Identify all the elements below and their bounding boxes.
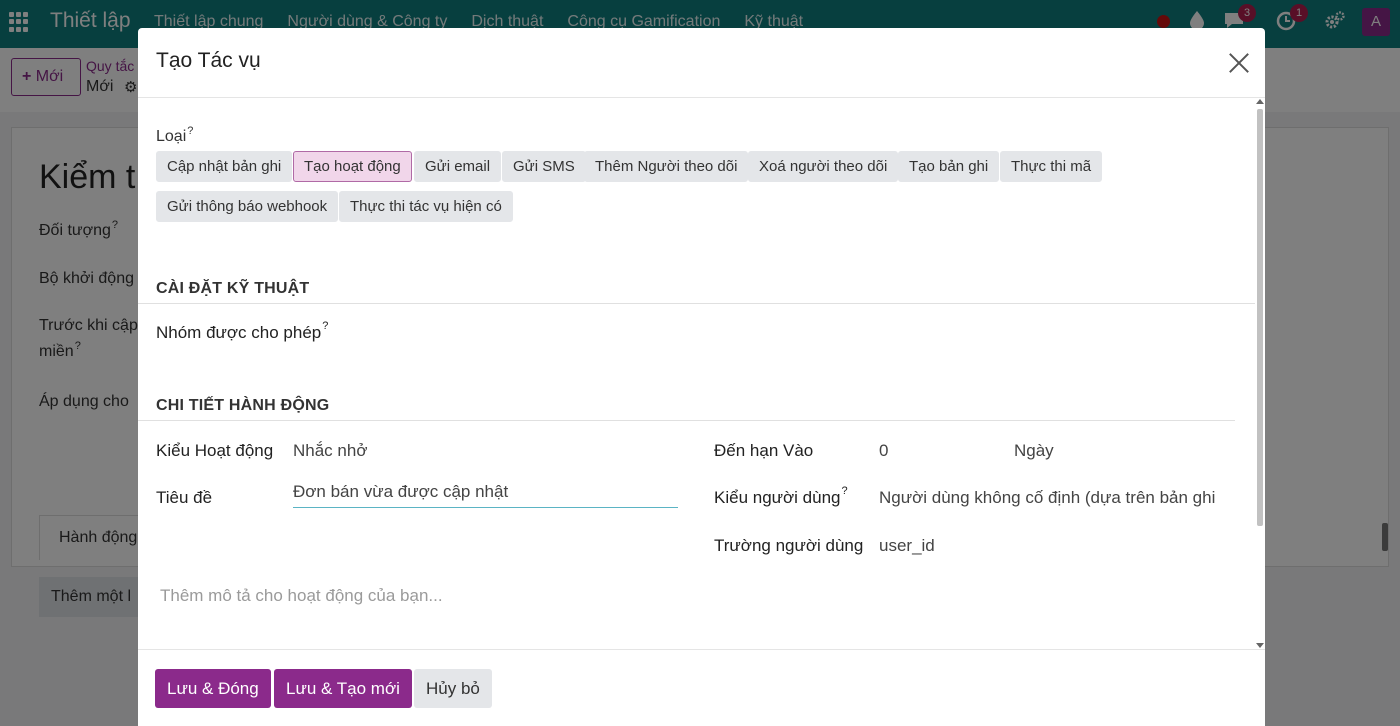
due-days-input[interactable]: 0 bbox=[879, 441, 888, 461]
type-label: Loại? bbox=[156, 125, 194, 145]
label-summary: Tiêu đề bbox=[156, 488, 213, 507]
type-create-activity[interactable]: Tạo hoạt động bbox=[293, 151, 412, 182]
create-action-dialog: Tạo Tác vụ Loại? Cập nhật bản ghi Tạo ho… bbox=[138, 28, 1265, 726]
section-technical-settings: CÀI ĐẶT KỸ THUẬT bbox=[156, 280, 310, 297]
type-execute-existing[interactable]: Thực thi tác vụ hiện có bbox=[339, 191, 513, 222]
summary-input[interactable]: Đơn bán vừa được cập nhật bbox=[293, 478, 678, 508]
user-type-select[interactable]: Người dùng không cố định (dựa trên bản g… bbox=[879, 488, 1215, 508]
dialog-title: Tạo Tác vụ bbox=[156, 49, 261, 72]
due-unit-select[interactable]: Ngày bbox=[1014, 441, 1054, 461]
type-execute-code[interactable]: Thực thi mã bbox=[1000, 151, 1103, 182]
divider bbox=[138, 303, 1255, 304]
type-send-email[interactable]: Gửi email bbox=[414, 151, 502, 182]
close-icon[interactable] bbox=[1226, 50, 1252, 76]
divider bbox=[138, 420, 1235, 421]
save-close-button[interactable]: Lưu & Đóng bbox=[155, 669, 271, 708]
scrollbar-thumb[interactable] bbox=[1257, 109, 1263, 526]
label-user-type: Kiểu người dùng? bbox=[714, 485, 848, 507]
type-add-followers[interactable]: Thêm Người theo dõi bbox=[584, 151, 749, 182]
cancel-button[interactable]: Hủy bỏ bbox=[414, 669, 492, 708]
activity-type-select[interactable]: Nhắc nhở bbox=[293, 441, 367, 461]
dialog-scrollbar[interactable] bbox=[1255, 99, 1265, 648]
label-user-field: Trường người dùng bbox=[714, 536, 864, 555]
dialog-footer: Lưu & Đóng Lưu & Tạo mới Hủy bỏ bbox=[138, 649, 1265, 726]
dialog-body: Loại? Cập nhật bản ghi Tạo hoạt động Gửi… bbox=[138, 99, 1265, 648]
section-action-details: CHI TIẾT HÀNH ĐỘNG bbox=[156, 397, 330, 414]
type-remove-followers[interactable]: Xoá người theo dõi bbox=[748, 151, 899, 182]
scroll-up-icon[interactable] bbox=[1256, 99, 1264, 104]
type-create-record[interactable]: Tạo bản ghi bbox=[898, 151, 1000, 182]
type-send-webhook[interactable]: Gửi thông báo webhook bbox=[156, 191, 339, 222]
user-field-input[interactable]: user_id bbox=[879, 536, 935, 556]
label-due-date: Đến hạn Vào bbox=[714, 441, 814, 460]
label-allowed-groups: Nhóm được cho phép? bbox=[156, 320, 329, 342]
type-send-sms[interactable]: Gửi SMS bbox=[502, 151, 586, 182]
type-update-record[interactable]: Cập nhật bản ghi bbox=[156, 151, 293, 182]
description-editor[interactable]: Thêm mô tả cho hoạt động của bạn... bbox=[160, 586, 443, 606]
scroll-down-icon[interactable] bbox=[1256, 643, 1264, 648]
dialog-header: Tạo Tác vụ bbox=[138, 28, 1265, 98]
save-new-button[interactable]: Lưu & Tạo mới bbox=[274, 669, 412, 708]
label-activity-type: Kiểu Hoạt động bbox=[156, 441, 274, 460]
